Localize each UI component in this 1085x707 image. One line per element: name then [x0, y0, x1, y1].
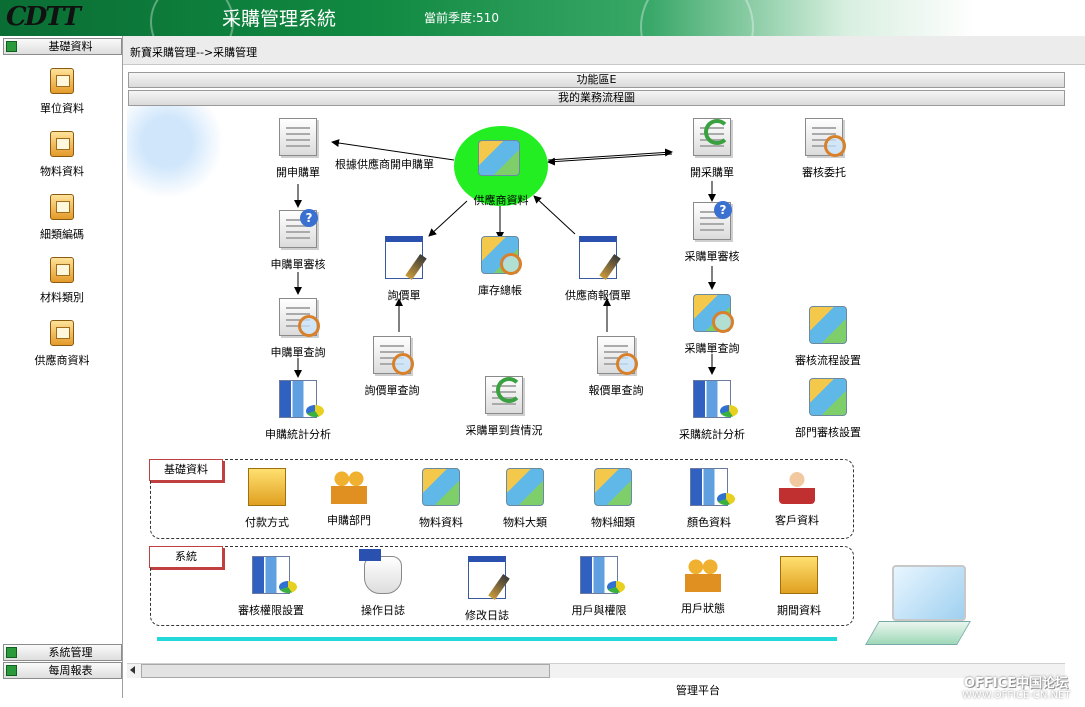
hub-label: 供應商資料: [473, 194, 529, 207]
inquiry-order[interactable]: 詢價單: [359, 236, 449, 303]
operation-log[interactable]: 操作日誌: [338, 549, 428, 618]
document-refresh-icon: [485, 376, 523, 414]
document-question-icon: [693, 201, 732, 240]
department-review-settings[interactable]: 部門審核設置: [783, 378, 873, 440]
cubes-icon: [809, 306, 847, 344]
requisition-statistics[interactable]: 申購統計分析: [253, 380, 343, 442]
computer-icon: [865, 565, 971, 655]
calendar-pen-icon: [579, 236, 617, 279]
department-icon: [331, 468, 367, 504]
card-file-icon: [50, 194, 74, 220]
expand-icon: [6, 665, 17, 676]
modification-log[interactable]: 修改日誌: [442, 556, 532, 623]
card-file-icon: [50, 68, 74, 94]
calendar-pen-icon: [468, 556, 506, 599]
document-search-icon: [597, 336, 638, 375]
cubes-icon: [594, 468, 632, 506]
cubes-search-icon: [693, 294, 734, 333]
card-file-icon: [50, 320, 74, 346]
breadcrumb-bar: [123, 36, 1085, 65]
expand-icon: [6, 41, 17, 52]
users-and-permissions[interactable]: 用戶與權限: [554, 556, 644, 618]
purchase-arrival-status[interactable]: 采購單到貨情況: [459, 376, 549, 438]
mouse-icon: [359, 549, 402, 594]
document-search-icon: [805, 118, 846, 157]
calendar-pen-icon: [385, 236, 423, 279]
building-icon: [780, 556, 818, 594]
card-file-icon: [50, 257, 74, 283]
flow-title-strip: 我的業務流程圖: [128, 90, 1065, 106]
basic-data-group-title: 基礎資料: [149, 459, 223, 481]
app-logo: CDTT: [6, 2, 81, 32]
customer-data[interactable]: 客戶資料: [752, 468, 842, 528]
cubes-search-icon: [481, 236, 522, 275]
document-search-icon: [373, 336, 414, 375]
period-data[interactable]: 期間資料: [754, 556, 844, 618]
sidebar-item-material[interactable]: 物料資料: [10, 131, 114, 181]
scroll-left-arrow-icon[interactable]: [130, 666, 135, 674]
sidebar-item-unit[interactable]: 單位資料: [10, 68, 114, 118]
requisition-query[interactable]: 申購單查詢: [253, 298, 343, 360]
books-key-icon: [252, 556, 297, 594]
chart-icon: [279, 380, 324, 418]
material-subclass[interactable]: 物料細類: [568, 468, 658, 530]
review-flow-settings[interactable]: 審核流程設置: [783, 306, 873, 368]
globe-decoration-2: [640, 0, 754, 36]
function-area-strip[interactable]: 功能區E: [128, 72, 1065, 88]
scroll-thumb[interactable]: [141, 664, 550, 678]
status-text: 管理平台: [676, 684, 720, 697]
books-key-icon: [580, 556, 625, 594]
payment-method[interactable]: 付款方式: [222, 468, 312, 530]
supplier-quotation[interactable]: 供應商報價單: [553, 236, 643, 303]
supplier-hub-icon: [478, 140, 520, 176]
watermark-title: OFFICE中国论坛: [964, 676, 1069, 691]
user-status[interactable]: 用戶狀態: [658, 556, 748, 616]
tools-icon: [248, 468, 286, 506]
cubes-icon: [422, 468, 460, 506]
sidebar-item-material-category[interactable]: 材料類別: [10, 257, 114, 307]
material-data[interactable]: 物料資料: [396, 468, 486, 530]
expand-icon: [6, 647, 17, 658]
user-icon: [779, 468, 815, 504]
sidebar-item-supplier[interactable]: 供應商資料: [10, 320, 114, 370]
left-sidebar: 基礎資料 單位資料 物料資料 細類編碼 材料類別 供應商資料 系統管理 每周報表: [0, 36, 123, 698]
document-question-icon: [279, 209, 318, 248]
supplier-hub[interactable]: 供應商資料: [454, 126, 548, 207]
purchase-statistics[interactable]: 采購統計分析: [667, 380, 757, 442]
breadcrumb: 新寶采購管理-->采購管理: [130, 46, 258, 59]
inquiry-query[interactable]: 詢價單查詢: [347, 336, 437, 398]
users-icon: [685, 556, 721, 592]
inventory-ledger[interactable]: 庫存總帳: [455, 236, 545, 298]
current-season: 當前季度:510: [424, 11, 499, 25]
sidebar-section-basic[interactable]: 基礎資料: [3, 38, 122, 55]
document-search-icon: [279, 298, 320, 337]
color-chart-icon: [690, 468, 735, 506]
chart-icon: [693, 380, 738, 418]
requisition-department[interactable]: 申購部門: [304, 468, 394, 528]
sidebar-section-weekly-report[interactable]: 每周報表: [3, 662, 122, 679]
system-group-title: 系統: [149, 546, 223, 568]
material-major-class[interactable]: 物料大類: [480, 468, 570, 530]
requisition-review[interactable]: 申購單審核: [253, 209, 343, 272]
app-title: 采購管理系統: [222, 8, 337, 30]
watermark-url: WWW.OFFICE-CN.NET: [962, 690, 1071, 701]
sidebar-item-subclass-code[interactable]: 細類編碼: [10, 194, 114, 244]
hub-caption: 根據供應商開申購單: [335, 158, 434, 171]
purchase-order-review[interactable]: 采購單審核: [667, 201, 757, 264]
accent-line: [157, 637, 837, 641]
open-purchase-order[interactable]: 開采購單: [667, 118, 757, 180]
sidebar-section-system[interactable]: 系統管理: [3, 644, 122, 661]
open-requisition[interactable]: 開申購單: [253, 118, 343, 180]
purchase-order-query[interactable]: 采購單查詢: [667, 294, 757, 356]
color-data[interactable]: 顏色資料: [664, 468, 754, 530]
cubes-icon: [506, 468, 544, 506]
document-refresh-icon: [693, 118, 731, 156]
quotation-query[interactable]: 報價單查詢: [571, 336, 661, 398]
document-icon: [279, 118, 317, 156]
title-bar: CDTT 采購管理系統 當前季度:510: [0, 0, 1085, 36]
review-delegation[interactable]: 審核委托: [779, 118, 869, 180]
card-file-icon: [50, 131, 74, 157]
review-permission-settings[interactable]: 審核權限設置: [226, 556, 316, 618]
cubes-icon: [809, 378, 847, 416]
